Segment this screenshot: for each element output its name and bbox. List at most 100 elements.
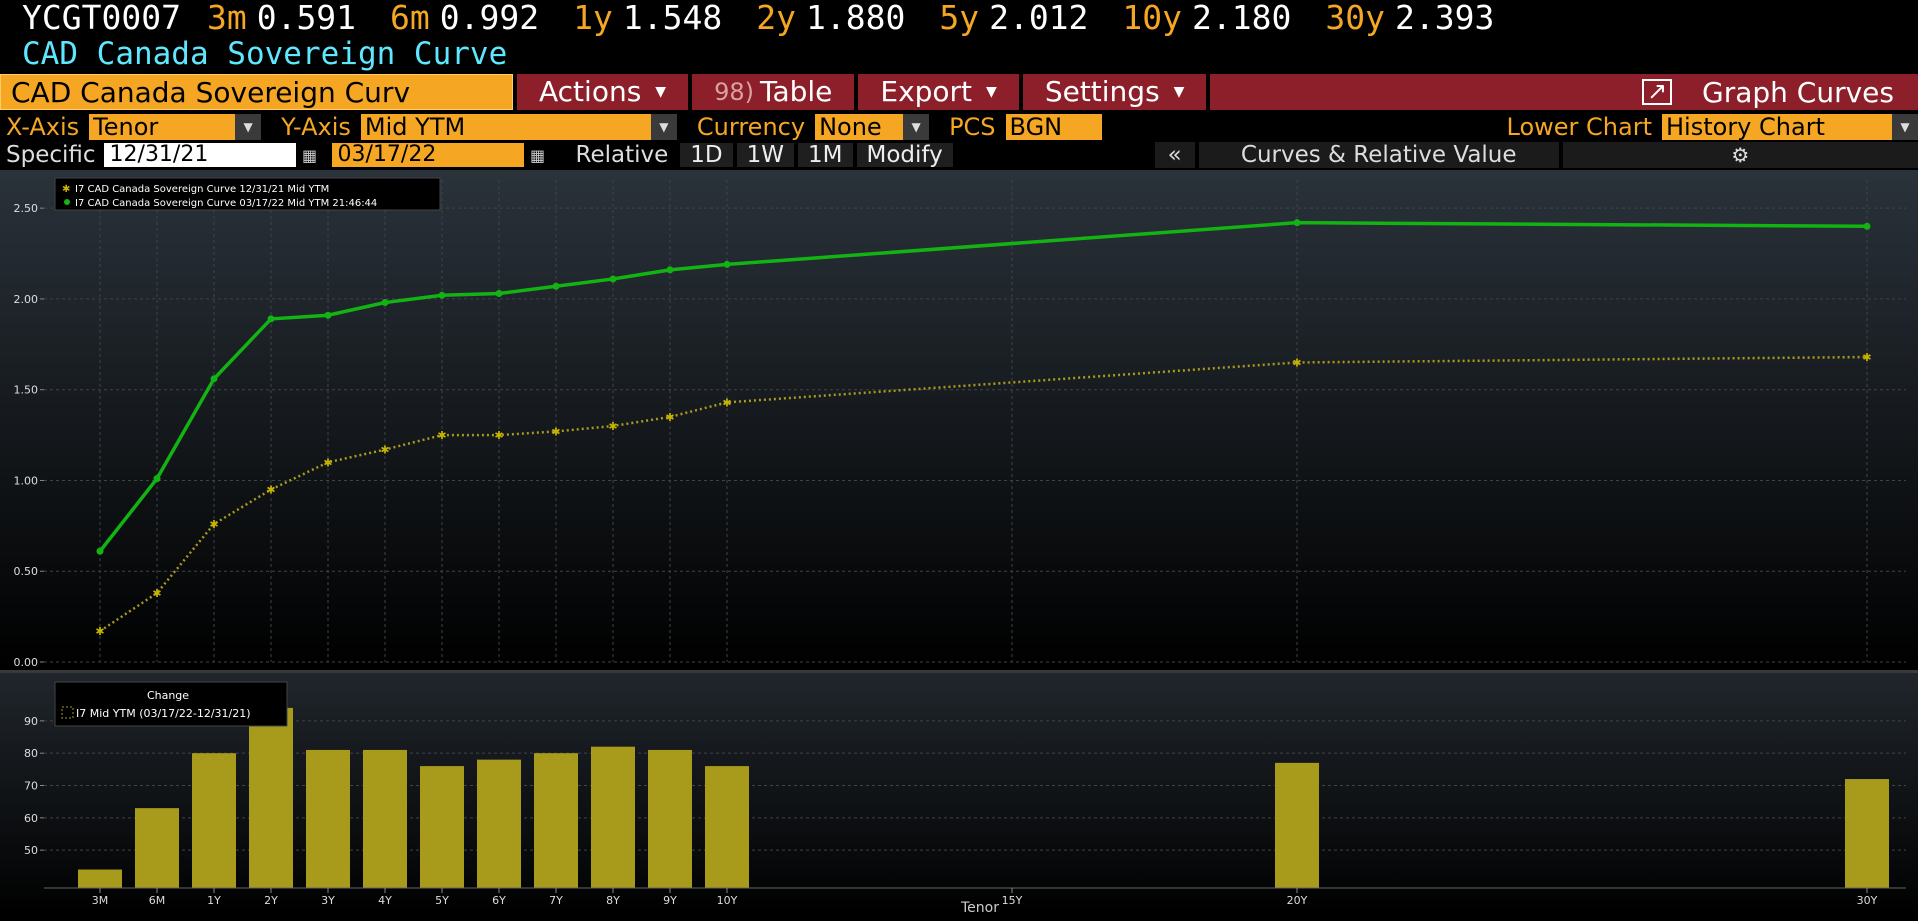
quote-line: YCGT0007 3m 0.591 6m 0.992 1y 1.548 2y 1.880… [0,0,1918,37]
x-axis-dropdown-icon[interactable]: ▼ [235,114,262,140]
actions-menu-button[interactable]: Actions ▼ [517,74,689,110]
x-tick-label: 3M [92,894,109,907]
x-tick-label: 20Y [1287,894,1308,907]
x-tick-label: 6M [149,894,166,907]
tenor-value: 2.012 [989,0,1089,37]
data-point-current [267,315,275,323]
period-1d-button[interactable]: 1D [680,143,733,167]
lower-chart-title: Change [147,689,189,702]
bar [705,766,749,888]
bar [420,766,464,888]
curves-relative-value-label: Curves & Relative Value [1198,142,1559,168]
data-point-current [438,291,446,299]
settings-menu-button[interactable]: Settings ▼ [1022,74,1207,110]
currency-dropdown-icon[interactable]: ▼ [903,114,930,140]
y-tick-label: 70 [24,780,38,793]
tenor-value: 2.393 [1394,0,1495,37]
period-1w-button[interactable]: 1W [736,143,795,167]
x-tick-label: 2Y [264,894,278,907]
bar [591,746,635,888]
bar [78,869,122,888]
legend-series-bar: I7 Mid YTM (03/17/22-12/31/21) [76,707,251,720]
x-tick-label: 15Y [1002,894,1023,907]
bar [135,808,179,888]
security-field[interactable]: CAD Canada Sovereign Curv [0,74,513,110]
bar [192,753,236,888]
ticker-symbol: YCGT0007 [22,0,181,37]
table-button[interactable]: 98) Table [692,74,855,110]
modify-button[interactable]: Modify [856,143,953,167]
x-tick-label: 5Y [435,894,449,907]
data-point-current [381,299,389,307]
pcs-field[interactable]: BGN [1005,114,1102,140]
bar [1845,779,1889,888]
currency-select[interactable]: None [815,114,904,140]
calendar-icon[interactable]: ▦ [524,146,552,165]
tenor-name: 1y [573,0,613,37]
curve-subtitle: CAD Canada Sovereign Curve [22,36,508,72]
graph-curves-label: Graph Curves [1702,75,1894,109]
bar [363,749,407,888]
data-point-previous: ✱ [437,429,446,442]
calendar-icon[interactable]: ▦ [296,146,324,165]
data-point-previous: ✱ [608,420,617,433]
lower-chart-label: Lower Chart [1506,113,1652,141]
gear-icon[interactable]: ⚙ [1562,142,1918,168]
tenor-value: 0.992 [439,0,540,37]
bar [249,707,293,888]
data-point-previous: ✱ [209,518,218,531]
x-tick-label: 8Y [606,894,620,907]
x-tick-label: 1Y [207,894,221,907]
tenor-name: 5y [939,0,980,37]
chart-splitter[interactable] [0,670,1918,673]
bar [306,749,350,888]
legend-series-2: I7 CAD Canada Sovereign Curve 03/17/22 M… [75,198,377,209]
end-date-input[interactable]: 03/17/22 [331,143,524,167]
data-point-current [153,475,161,483]
lower-chart-select[interactable]: History Chart [1662,114,1892,140]
y-axis-select[interactable]: Mid YTM [360,114,651,140]
chart-area: 0.00 0.50 1.00 1.50 2.00 2.50 ✱ ✱ ✱ ✱ ✱ ✱ ✱ ✱ ✱ ✱ ✱ ✱ ✱ ✱ … [0,170,1918,917]
x-tick-label: 10Y [717,894,738,907]
export-label: Export [880,75,973,108]
data-point-previous: ✱ [152,587,161,600]
x-tick-label: 30Y [1857,894,1878,907]
collapse-button[interactable]: « [1154,142,1195,168]
export-menu-button[interactable]: Export ▼ [858,74,1019,110]
x-tick-label: 4Y [378,894,392,907]
y-tick-label: 2.50 [14,202,39,215]
data-point-current [723,260,731,268]
curve-chart: 0.000.501.001.502.002.50 ✱✱✱✱✱✱✱ ✱ ✱ ✱✱✱✱ ✱ … [0,170,1918,917]
date-range-row: Specific 12/31/21 ▦ 03/17/22 ▦ Relative … [0,142,1918,168]
specific-label: Specific [6,142,96,168]
x-axis-label: X-Axis [6,113,80,141]
data-point-current [495,289,503,297]
table-label: Table [759,75,833,108]
legend-series-1: I7 CAD Canada Sovereign Curve 12/31/21 M… [75,184,329,195]
external-link-icon: ↗ [1642,79,1673,105]
caret-down-icon: ▼ [1173,84,1185,100]
tenor-value: 1.548 [622,0,723,37]
axis-settings-row: X-Axis Tenor ▼ Y-Axis Mid YTM ▼ Currency… [0,113,1918,141]
start-date-input[interactable]: 12/31/21 [103,143,296,167]
data-point-previous: ✱ [551,425,560,438]
y-axis-label: Y-Axis [281,113,351,141]
data-point-previous: ✱ [323,456,332,469]
y-tick-label: 2.00 [14,293,39,306]
data-point-current [96,547,104,555]
graph-curves-button[interactable]: ↗ Graph Curves [1210,74,1918,110]
y-tick-label: 80 [24,747,38,760]
y-axis-dropdown-icon[interactable]: ▼ [650,114,677,140]
data-point-current [609,275,617,283]
data-point-previous: ✱ [95,625,104,638]
x-axis-title: Tenor [960,900,999,916]
tenor-name: 6m [390,0,430,37]
y-tick-label: 0.00 [14,656,39,669]
tenor-value: 1.880 [805,0,906,37]
lower-chart-dropdown-icon[interactable]: ▼ [1892,114,1918,140]
x-axis-select[interactable]: Tenor [89,114,236,140]
data-point-previous: ✱ [266,484,275,497]
data-point-previous: ✱ [494,429,503,442]
caret-down-icon: ▼ [986,84,997,100]
period-1m-button[interactable]: 1M [798,143,853,167]
